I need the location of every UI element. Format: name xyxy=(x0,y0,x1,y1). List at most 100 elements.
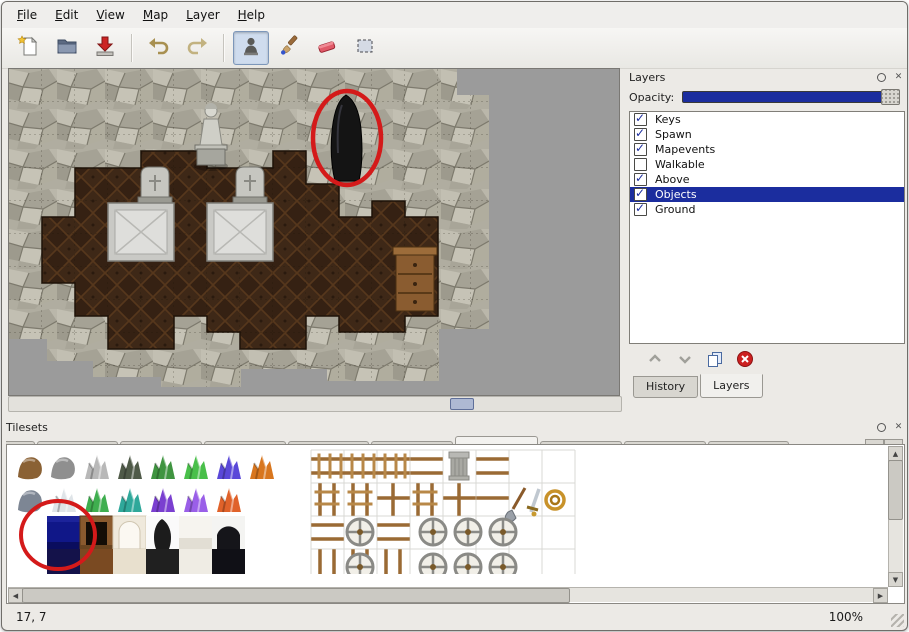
move-layer-up-button[interactable] xyxy=(643,347,667,371)
copy-icon xyxy=(706,350,724,368)
chevron-down-icon xyxy=(676,350,694,368)
stamp-tool-button[interactable] xyxy=(233,31,269,65)
layer-name: Objects xyxy=(655,188,697,201)
layer-list: Keys Spawn Mapevents Walkable Above Obje… xyxy=(629,111,905,344)
stamp-tool-icon xyxy=(239,34,263,62)
layer-visibility-checkbox[interactable] xyxy=(634,158,647,171)
undo-icon xyxy=(147,34,171,62)
eraser-tool-button[interactable] xyxy=(309,31,345,65)
save-button[interactable] xyxy=(87,31,123,65)
layer-row-mapevents[interactable]: Mapevents xyxy=(630,142,904,157)
dark-arch-tile xyxy=(212,516,245,549)
float-panel-button[interactable] xyxy=(875,71,888,84)
layer-visibility-checkbox[interactable] xyxy=(634,188,647,201)
scroll-right-arrow[interactable]: ▶ xyxy=(873,588,888,603)
tileset-canvas[interactable] xyxy=(8,446,888,587)
tilesets-panel: Tilesets 5 tiles_1_3 tiles_1_4 tiles_1_5… xyxy=(6,418,905,604)
tool-tiles xyxy=(505,488,564,522)
tab-history[interactable]: History xyxy=(633,376,698,398)
toolbar-separator xyxy=(131,34,133,62)
layer-name: Ground xyxy=(655,203,695,216)
cabinet-object xyxy=(393,247,437,311)
vscroll-thumb[interactable] xyxy=(888,460,903,520)
move-layer-down-button[interactable] xyxy=(673,347,697,371)
open-button[interactable] xyxy=(49,31,85,65)
menu-layer[interactable]: Layer xyxy=(177,4,228,26)
panel-tab-bar: History Layers xyxy=(629,374,905,398)
scroll-up-arrow[interactable]: ▲ xyxy=(888,446,903,461)
layer-name: Walkable xyxy=(655,158,705,171)
menu-edit[interactable]: Edit xyxy=(46,4,87,26)
layers-panel-title: Layers xyxy=(629,71,665,84)
pale-tile xyxy=(179,516,212,549)
brush-tool-button[interactable] xyxy=(271,31,307,65)
opacity-label: Opacity: xyxy=(629,91,674,104)
layers-panel: Layers Opacity: Keys Spawn Mapevents xyxy=(629,68,905,412)
map-editor-window: File Edit View Map Layer Help xyxy=(1,1,908,631)
layer-name: Keys xyxy=(655,113,681,126)
layer-row-keys[interactable]: Keys xyxy=(630,112,904,127)
delete-icon xyxy=(736,350,754,368)
tab-layers[interactable]: Layers xyxy=(700,374,762,398)
menu-map[interactable]: Map xyxy=(134,4,177,26)
resize-grip[interactable] xyxy=(891,614,904,627)
close-panel-button[interactable] xyxy=(892,421,905,434)
layer-visibility-checkbox[interactable] xyxy=(634,143,647,156)
layer-row-ground[interactable]: Ground xyxy=(630,202,904,217)
opacity-slider[interactable] xyxy=(682,91,899,103)
eraser-tool-icon xyxy=(315,34,339,62)
altar-slab-object xyxy=(108,203,174,261)
float-icon xyxy=(877,423,886,432)
layer-visibility-checkbox[interactable] xyxy=(634,113,647,126)
undo-button[interactable] xyxy=(141,31,177,65)
chevron-up-icon xyxy=(646,350,664,368)
gravestone-object xyxy=(233,167,267,204)
menu-view[interactable]: View xyxy=(87,4,133,26)
map-hscroll-thumb[interactable] xyxy=(450,398,474,410)
hscroll-thumb[interactable] xyxy=(22,588,570,603)
column-tile xyxy=(449,452,469,480)
layer-row-walkable[interactable]: Walkable xyxy=(630,157,904,172)
new-button[interactable] xyxy=(11,31,47,65)
float-panel-button[interactable] xyxy=(875,421,888,434)
layer-visibility-checkbox[interactable] xyxy=(634,173,647,186)
light-door-tile xyxy=(113,516,146,549)
menubar: File Edit View Map Layer Help xyxy=(2,2,907,28)
redo-icon xyxy=(185,34,209,62)
menu-help[interactable]: Help xyxy=(229,4,274,26)
layer-row-spawn[interactable]: Spawn xyxy=(630,127,904,142)
toolbar xyxy=(2,28,907,69)
new-document-icon xyxy=(17,34,41,62)
menu-file[interactable]: File xyxy=(8,4,46,26)
map-canvas[interactable] xyxy=(8,68,620,396)
toolbar-separator xyxy=(223,34,225,62)
tileset-horizontal-scrollbar[interactable]: ◀ ▶ xyxy=(8,587,888,602)
close-panel-button[interactable] xyxy=(892,71,905,84)
layer-visibility-checkbox[interactable] xyxy=(634,128,647,141)
redo-button[interactable] xyxy=(179,31,215,65)
duplicate-layer-button[interactable] xyxy=(703,347,727,371)
cursor-coordinates: 17, 7 xyxy=(2,610,47,624)
tileset-image xyxy=(8,446,874,574)
close-icon xyxy=(895,72,903,82)
tileset-vertical-scrollbar[interactable]: ▲ ▼ xyxy=(888,446,903,587)
tileset-content: ▲ ▼ ◀ ▶ xyxy=(6,444,905,604)
delete-layer-button[interactable] xyxy=(733,347,757,371)
select-tool-button[interactable] xyxy=(347,31,383,65)
scroll-down-arrow[interactable]: ▼ xyxy=(888,572,903,587)
close-icon xyxy=(895,422,903,432)
map-image xyxy=(9,69,619,394)
hood-tile xyxy=(146,516,179,549)
save-icon xyxy=(93,34,117,62)
altar-slab-object xyxy=(207,203,273,261)
scroll-left-arrow[interactable]: ◀ xyxy=(8,588,23,603)
layer-name: Spawn xyxy=(655,128,692,141)
layer-visibility-checkbox[interactable] xyxy=(634,203,647,216)
tilesets-panel-titlebar: Tilesets xyxy=(6,418,905,436)
map-area xyxy=(8,68,620,412)
tilesets-panel-title: Tilesets xyxy=(6,421,48,434)
opacity-slider-handle[interactable] xyxy=(881,89,900,105)
map-horizontal-scrollbar[interactable] xyxy=(8,396,622,412)
layer-row-above[interactable]: Above xyxy=(630,172,904,187)
layer-row-objects[interactable]: Objects xyxy=(630,187,904,202)
